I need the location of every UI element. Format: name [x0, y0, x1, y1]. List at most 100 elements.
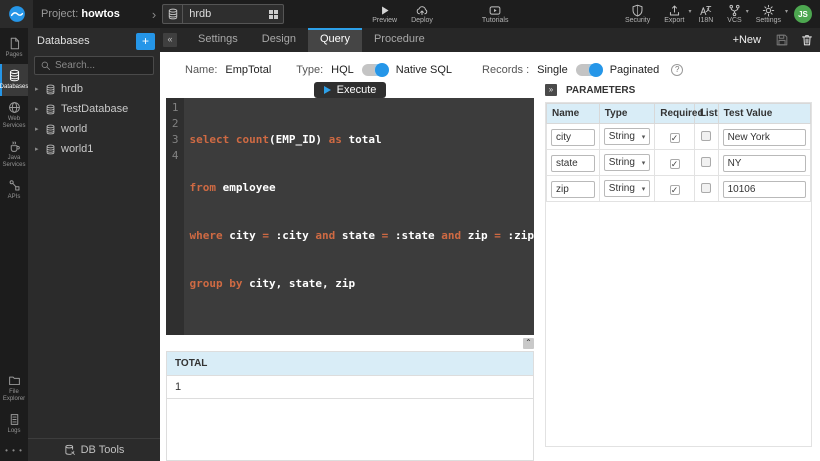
preview-button[interactable]: Preview: [372, 4, 397, 25]
db-tree-item-world[interactable]: ▸ world: [28, 119, 160, 139]
rail-item-file-explorer[interactable]: File Explorer: [0, 369, 28, 408]
rail-item-logs[interactable]: Logs: [0, 408, 28, 440]
db-tree-item-testdatabase[interactable]: ▸ TestDatabase: [28, 99, 160, 119]
tree-chevron-icon[interactable]: ▸: [35, 85, 45, 93]
security-label: Security: [625, 17, 650, 25]
preview-label: Preview: [372, 17, 397, 25]
vcs-button[interactable]: ▾ VCS: [727, 4, 741, 25]
param-required-checkbox[interactable]: ✓: [670, 159, 680, 169]
vcs-label: VCS: [727, 17, 741, 25]
translate-icon: [699, 4, 712, 17]
query-type-group: Type: HQL Native SQL: [296, 64, 452, 76]
tab-settings[interactable]: Settings: [186, 28, 250, 52]
col-header-type: Type: [599, 104, 654, 124]
export-label: Export: [664, 17, 684, 25]
save-button[interactable]: [775, 33, 789, 47]
grid-view-icon[interactable]: [269, 10, 278, 19]
user-avatar[interactable]: JS: [794, 5, 812, 23]
param-name-input[interactable]: [551, 129, 595, 146]
parameter-row: String▾ ✓: [547, 124, 811, 150]
param-list-checkbox[interactable]: [701, 183, 711, 193]
database-icon: [45, 124, 56, 135]
param-name-input[interactable]: [551, 155, 595, 172]
collapse-results-icon[interactable]: ⌃: [523, 338, 534, 349]
parameter-row: String▾ ✓: [547, 150, 811, 176]
top-bar: Project: howtos › hrdb Preview Deploy Tu…: [0, 0, 820, 28]
project-name: howtos: [81, 8, 120, 20]
database-selector[interactable]: hrdb: [162, 4, 284, 24]
param-test-value-input[interactable]: [723, 155, 806, 172]
coffee-icon: [8, 140, 21, 153]
parameters-table: Name Type Required List Test Value: [546, 103, 811, 202]
left-rail: Pages Databases Web Services Java Servic…: [0, 28, 28, 461]
db-tree-item-hrdb[interactable]: ▸ hrdb: [28, 79, 160, 99]
database-icon: [45, 104, 56, 115]
rail-item-web-services[interactable]: Web Services: [0, 96, 28, 135]
folder-icon: [8, 374, 21, 387]
database-search[interactable]: [34, 56, 154, 75]
db-tools-label: DB Tools: [81, 444, 125, 456]
param-type-select[interactable]: String▾: [604, 154, 650, 171]
tutorials-button[interactable]: Tutorials: [482, 4, 509, 25]
records-toggle[interactable]: [576, 64, 602, 76]
col-header-name: Name: [547, 104, 600, 124]
parameters-column: » PARAMETERS Name Type Required: [545, 82, 812, 461]
db-item-label: TestDatabase: [61, 103, 128, 115]
database-search-input[interactable]: [55, 60, 148, 71]
more-options-icon[interactable]: • • •: [0, 440, 28, 461]
tab-query[interactable]: Query: [308, 28, 362, 52]
rail-item-apis[interactable]: APIs: [0, 174, 28, 206]
tree-chevron-icon[interactable]: ▸: [35, 125, 45, 133]
execute-button[interactable]: Execute: [314, 82, 387, 98]
db-item-label: world1: [61, 143, 93, 155]
save-icon: [775, 33, 789, 47]
rail-item-pages[interactable]: Pages: [0, 32, 28, 64]
add-database-button[interactable]: +: [136, 33, 155, 50]
query-records-group: Records : Single Paginated ?: [482, 64, 683, 76]
editor-code[interactable]: select count(EMP_ID) as total from emplo…: [184, 98, 534, 335]
delete-button[interactable]: [800, 33, 814, 47]
collapse-panel-icon[interactable]: «: [163, 33, 177, 47]
type-toggle[interactable]: [362, 64, 388, 76]
query-name-value[interactable]: EmpTotal: [225, 64, 271, 76]
sql-code-editor[interactable]: 1 2 3 4 select count(EMP_ID) as total fr…: [166, 98, 534, 335]
param-test-value-input[interactable]: [723, 181, 806, 198]
deploy-button[interactable]: Deploy: [411, 4, 433, 25]
tree-chevron-icon[interactable]: ▸: [35, 105, 45, 113]
param-test-value-input[interactable]: [723, 129, 806, 146]
param-type-select[interactable]: String▾: [604, 128, 650, 145]
param-list-checkbox[interactable]: [701, 131, 711, 141]
tree-chevron-icon[interactable]: ▸: [35, 145, 45, 153]
tab-procedure[interactable]: Procedure: [362, 28, 437, 52]
help-icon[interactable]: ?: [671, 64, 683, 76]
tab-design[interactable]: Design: [250, 28, 308, 52]
code-line: group by city, state, zip: [190, 276, 534, 292]
param-type-select[interactable]: String▾: [604, 180, 650, 197]
page-icon: [8, 37, 21, 50]
param-required-checkbox[interactable]: ✓: [670, 185, 680, 195]
i18n-button[interactable]: I18N: [699, 4, 714, 25]
shield-icon: [631, 4, 644, 17]
rail-item-java-services[interactable]: Java Services: [0, 135, 28, 174]
type-label: Type:: [296, 64, 323, 76]
db-tree-item-world1[interactable]: ▸ world1: [28, 139, 160, 159]
tutorials-video-icon: [488, 4, 502, 17]
main-area: « Settings Design Query Procedure +New: [160, 28, 820, 461]
param-name-input[interactable]: [551, 181, 595, 198]
chevron-down-icon: ▾: [642, 159, 646, 167]
new-query-button[interactable]: +New: [733, 34, 761, 46]
database-icon: [45, 144, 56, 155]
expand-parameters-icon[interactable]: »: [545, 84, 557, 96]
security-button[interactable]: Security: [625, 4, 650, 25]
app-logo[interactable]: [0, 0, 33, 28]
db-tools-button[interactable]: DB Tools: [28, 438, 160, 461]
rail-label: Java Services: [1, 155, 27, 169]
wavemaker-logo-icon: [8, 5, 26, 23]
param-required-checkbox[interactable]: ✓: [670, 133, 680, 143]
settings-label: Settings: [756, 17, 781, 25]
rail-item-databases[interactable]: Databases: [0, 64, 28, 96]
settings-button[interactable]: ▾ Settings: [756, 4, 781, 25]
export-button[interactable]: ▾ Export: [664, 4, 684, 25]
param-list-checkbox[interactable]: [701, 157, 711, 167]
play-icon: [324, 86, 331, 94]
